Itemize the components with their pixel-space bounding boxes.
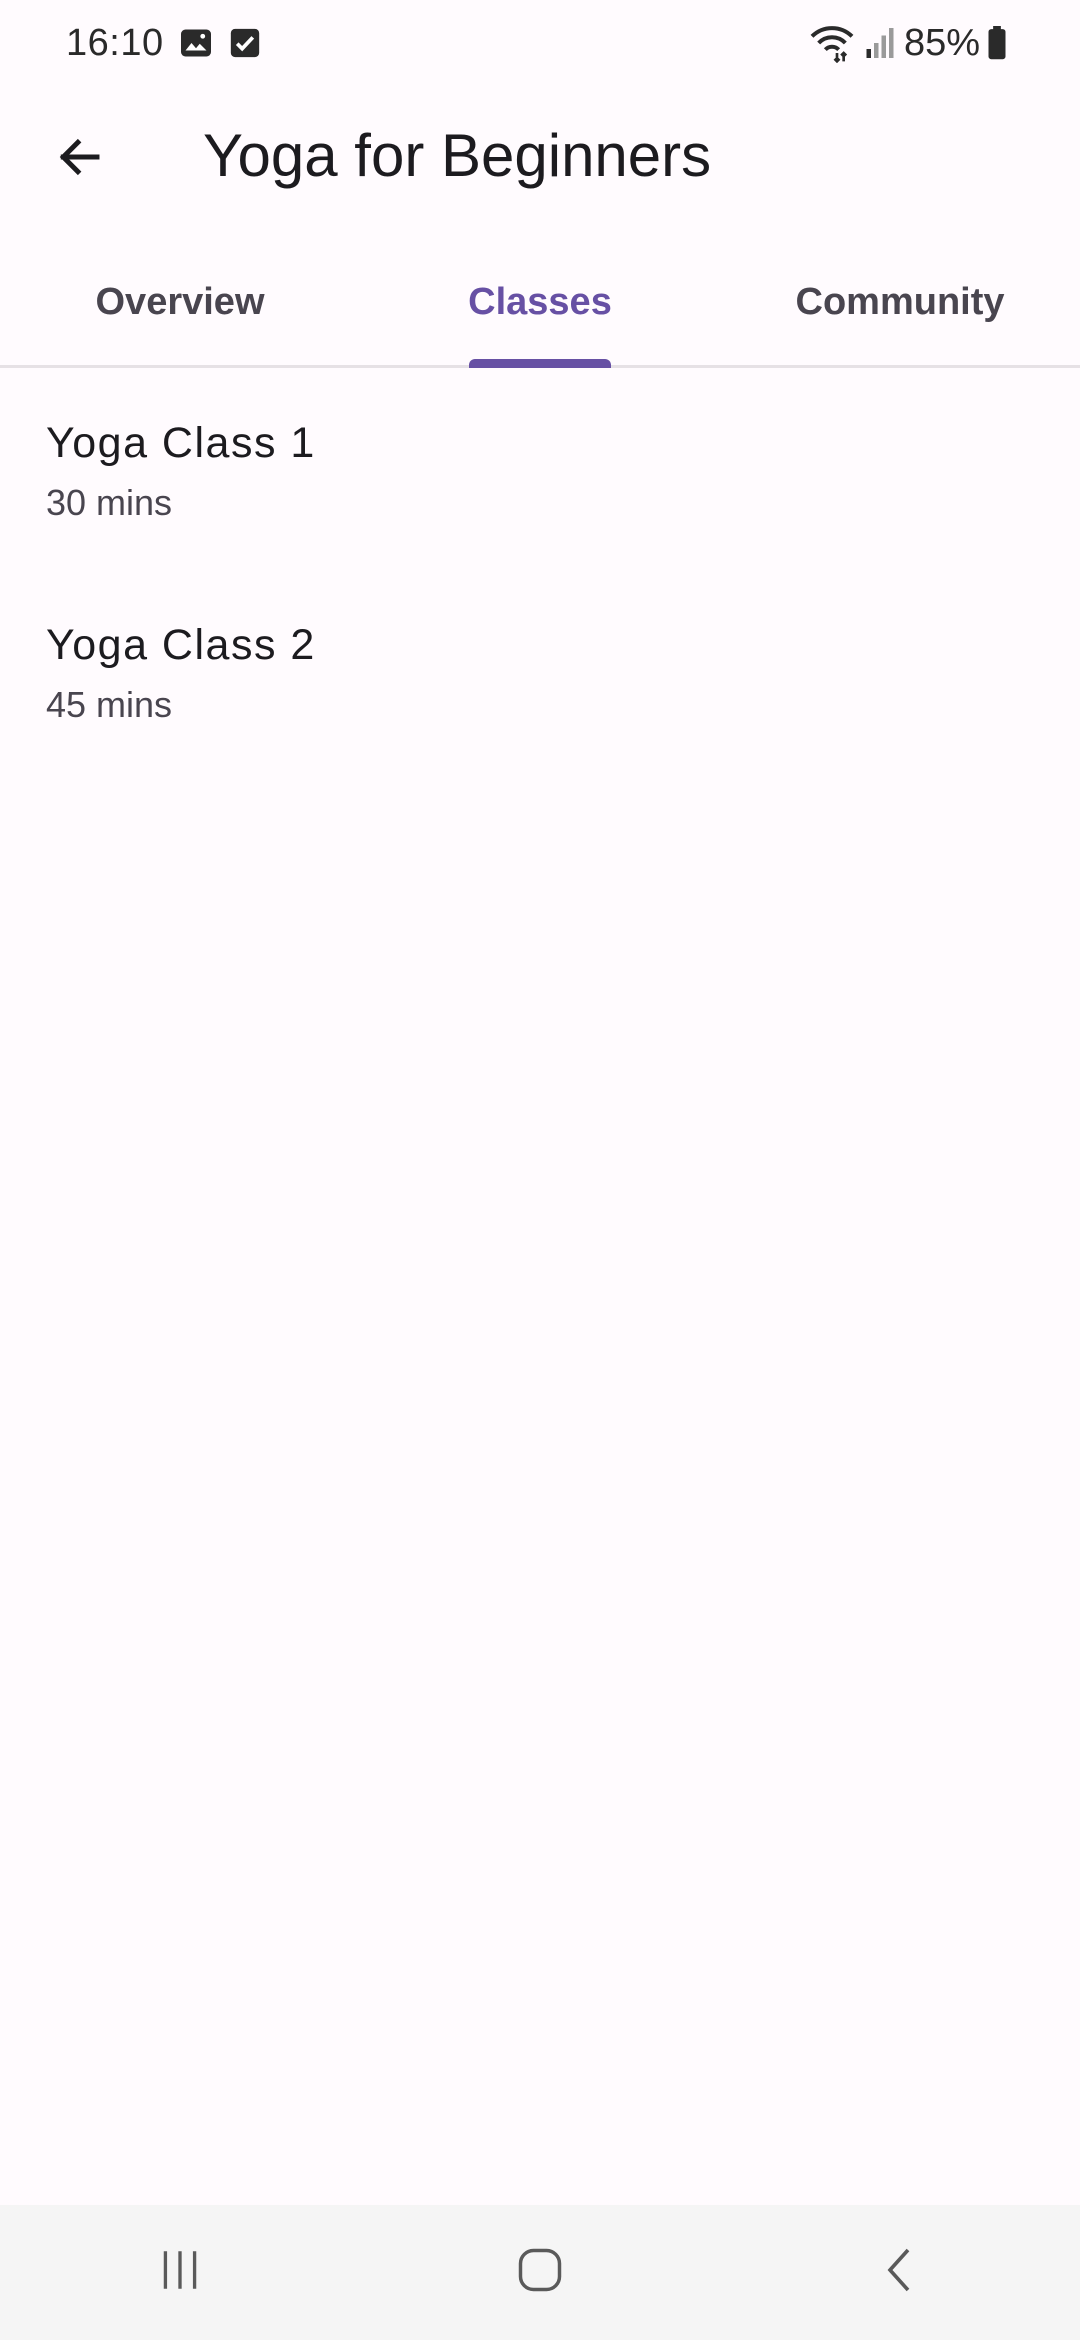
- tab-community[interactable]: Community: [720, 240, 1080, 365]
- active-tab-indicator: [469, 359, 611, 368]
- arrow-back-icon: [52, 130, 106, 189]
- battery-icon: [986, 26, 1008, 60]
- list-item[interactable]: Yoga Class 2 45 mins: [0, 574, 1080, 776]
- screen: 16:10 85% Yoga for Beginners Overview Cl…: [0, 0, 1080, 2340]
- page-title: Yoga for Beginners: [203, 122, 712, 189]
- class-name: Yoga Class 2: [46, 621, 316, 669]
- tab-label: Overview: [95, 281, 265, 323]
- nav-back-button[interactable]: [820, 2218, 980, 2328]
- home-icon: [514, 2244, 566, 2301]
- class-list: Yoga Class 1 30 mins Yoga Class 2 45 min…: [0, 372, 1080, 776]
- status-left: 16:10: [66, 22, 262, 65]
- back-icon: [876, 2244, 924, 2301]
- checkbox-icon: [228, 26, 262, 60]
- battery-percentage: 85%: [903, 21, 980, 64]
- home-button[interactable]: [460, 2218, 620, 2328]
- tab-label: Community: [795, 281, 1005, 323]
- class-duration: 45 mins: [46, 684, 173, 725]
- recent-apps-icon: [155, 2245, 205, 2300]
- class-duration: 30 mins: [46, 482, 173, 523]
- list-item[interactable]: Yoga Class 1 30 mins: [0, 372, 1080, 574]
- back-button[interactable]: [34, 114, 124, 204]
- top-app-bar: Yoga for Beginners: [0, 86, 1080, 226]
- status-bar: 16:10 85%: [0, 0, 1080, 86]
- status-time: 16:10: [66, 21, 164, 64]
- tab-classes[interactable]: Classes: [360, 240, 720, 368]
- wifi-icon: [808, 23, 856, 63]
- system-nav-bar: [0, 2205, 1080, 2340]
- tab-label: Classes: [468, 281, 612, 323]
- class-name: Yoga Class 1: [46, 419, 316, 467]
- signal-icon: [864, 25, 896, 61]
- gallery-icon: [178, 25, 214, 61]
- recent-apps-button[interactable]: [100, 2218, 260, 2328]
- status-right: 85%: [808, 22, 1016, 65]
- tab-bar: Overview Classes Community: [0, 240, 1080, 368]
- tab-overview[interactable]: Overview: [0, 240, 360, 365]
